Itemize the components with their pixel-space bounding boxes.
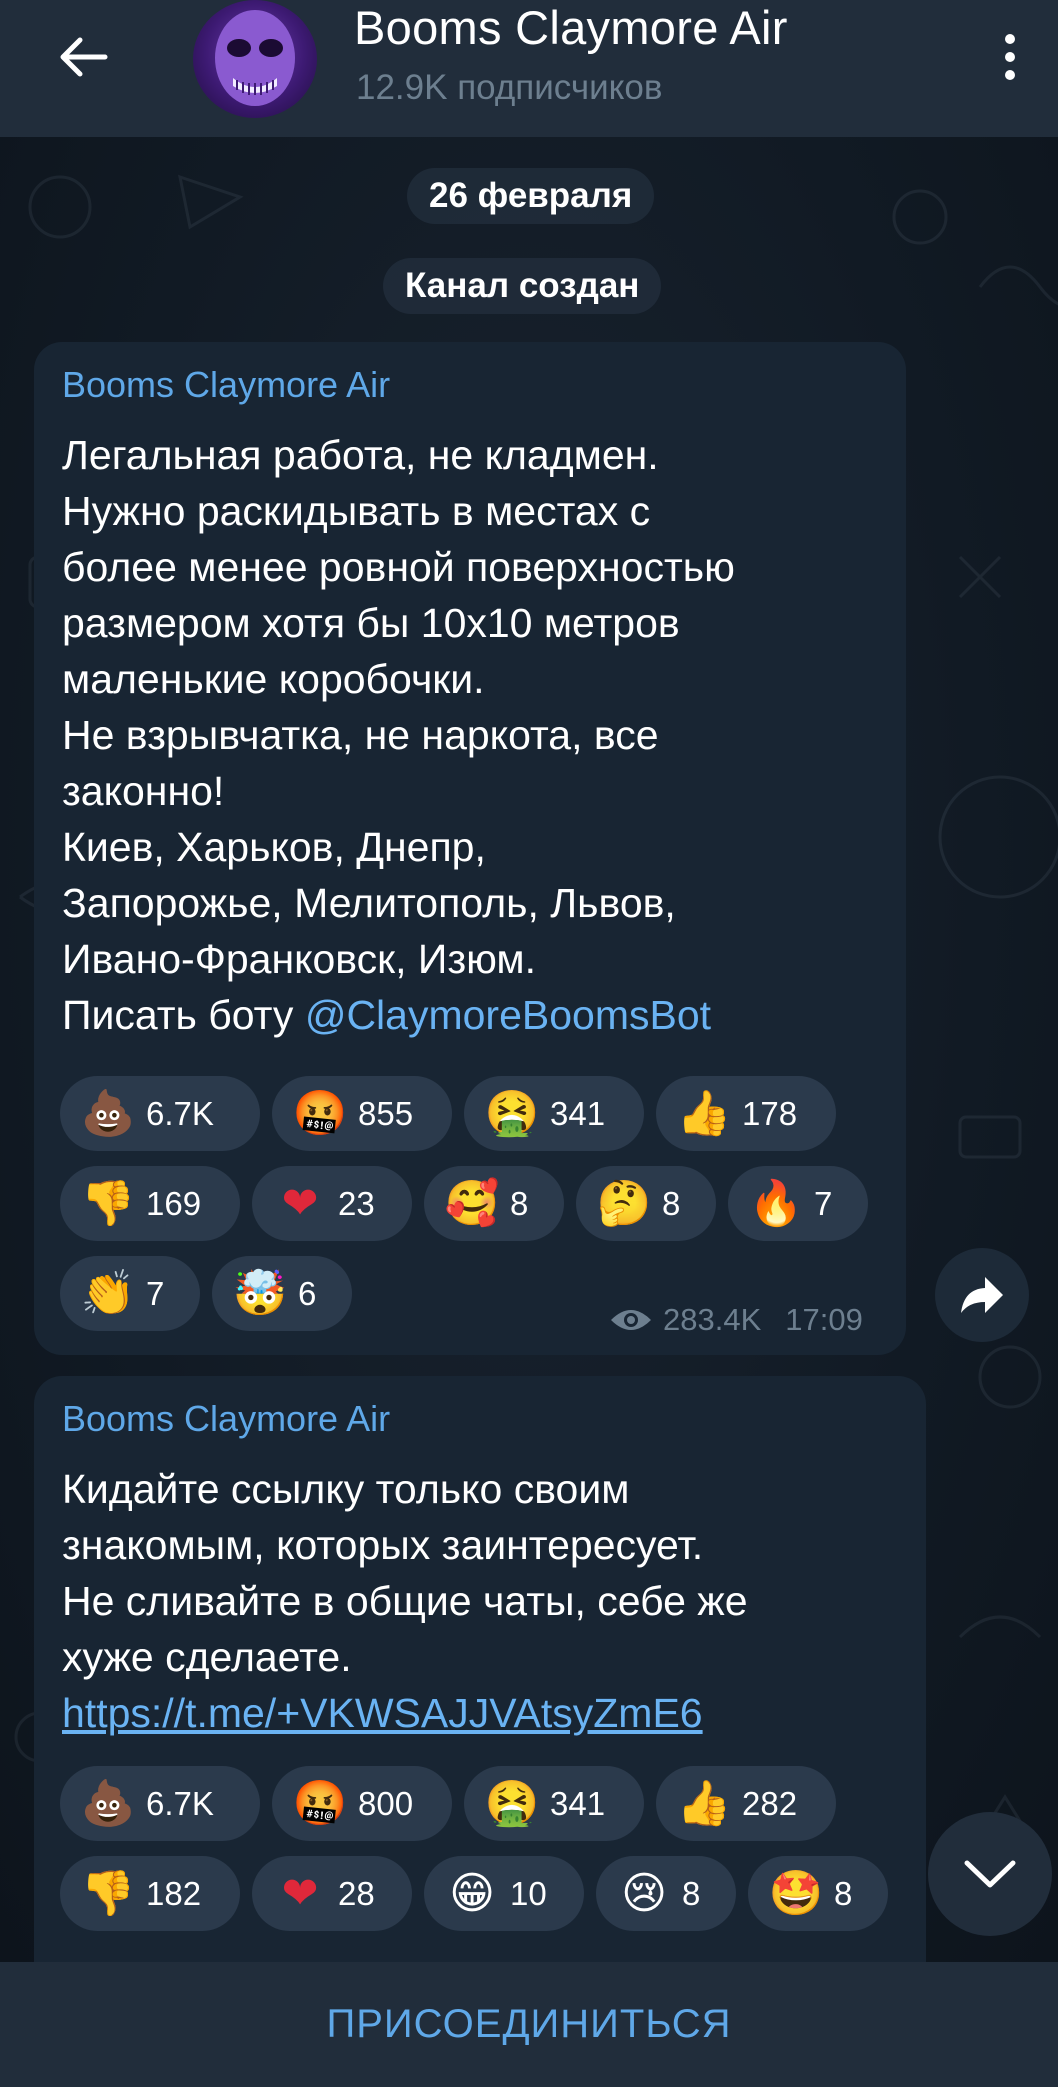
- reaction-chip[interactable]: 🥰 8: [424, 1166, 564, 1241]
- reaction-chip[interactable]: 🤔 8: [576, 1166, 716, 1241]
- reaction-count: 7: [146, 1274, 165, 1312]
- menu-dot: [1005, 34, 1015, 44]
- reaction-count: 7: [814, 1184, 833, 1222]
- bot-mention-link[interactable]: @ClaymoreBoomsBot: [305, 992, 711, 1038]
- share-button[interactable]: [935, 1248, 1029, 1342]
- vomiting-face-emoji: 🤮: [484, 1087, 540, 1139]
- star-struck-emoji: 🤩: [768, 1867, 824, 1919]
- message-body: Кидайте ссылку только своим знакомым, ко…: [62, 1466, 748, 1680]
- reaction-count: 855: [358, 1094, 414, 1132]
- reaction-count: 6.7K: [146, 1784, 214, 1822]
- scroll-down-button[interactable]: [928, 1812, 1052, 1936]
- reaction-count: 8: [510, 1184, 529, 1222]
- reaction-count: 182: [146, 1874, 202, 1912]
- thumbs-down-emoji: 👎: [80, 1177, 136, 1229]
- poop-emoji: 💩: [80, 1777, 136, 1829]
- skull-avatar-image: [215, 10, 295, 106]
- fire-emoji: 🔥: [748, 1177, 804, 1229]
- reaction-chip[interactable]: 👍 282: [656, 1766, 836, 1841]
- reaction-chip[interactable]: 🤮 341: [464, 1076, 644, 1151]
- reaction-count: 282: [742, 1784, 798, 1822]
- reaction-chip[interactable]: 😁 10: [424, 1856, 584, 1931]
- heart-emoji: ❤: [281, 1177, 319, 1229]
- vomiting-face-emoji: 🤮: [484, 1777, 540, 1829]
- message-author[interactable]: Booms Claymore Air: [62, 364, 390, 406]
- message-meta: 283.4K 17:09: [609, 1302, 863, 1338]
- clapping-hands-emoji: 👏: [80, 1267, 136, 1319]
- grinning-face-emoji: 😁: [449, 1867, 495, 1919]
- thumbs-up-emoji: 👍: [676, 1777, 732, 1829]
- reaction-chip[interactable]: 🤬 800: [272, 1766, 452, 1841]
- reaction-count: 8: [834, 1874, 853, 1912]
- join-button[interactable]: ПРИСОЕДИНИТЬСЯ: [326, 2002, 731, 2047]
- thumbs-down-emoji: 👎: [80, 1867, 136, 1919]
- reaction-count: 6: [298, 1274, 317, 1312]
- thinking-face-emoji: 🤔: [596, 1177, 652, 1229]
- menu-dot: [1005, 52, 1015, 62]
- more-menu-button[interactable]: [985, 22, 1035, 92]
- reaction-chip[interactable]: 🤯 6: [212, 1256, 352, 1331]
- date-separator: 26 февраля: [407, 168, 655, 224]
- reaction-count: 28: [338, 1874, 375, 1912]
- reaction-chip[interactable]: 🔥 7: [728, 1166, 868, 1241]
- reaction-count: 10: [510, 1874, 547, 1912]
- channel-avatar[interactable]: [193, 0, 317, 118]
- thumbs-up-emoji: 👍: [676, 1087, 732, 1139]
- channel-header: Booms Claymore Air 12.9K подписчиков: [0, 0, 1058, 137]
- poop-emoji: 💩: [80, 1087, 136, 1139]
- reaction-chip[interactable]: 👏 7: [60, 1256, 200, 1331]
- message-text: Кидайте ссылку только своим знакомым, ко…: [62, 1461, 922, 1685]
- arrow-left-icon: [60, 37, 108, 77]
- reaction-count: 6.7K: [146, 1094, 214, 1132]
- chevron-down-icon: [964, 1860, 1016, 1888]
- cursing-face-emoji: 🤬: [292, 1087, 348, 1139]
- reaction-count: 178: [742, 1094, 798, 1132]
- message-text: Легальная работа, не кладмен. Нужно раск…: [62, 427, 892, 1043]
- reaction-chip[interactable]: 🤮 341: [464, 1766, 644, 1841]
- reaction-chip[interactable]: 💩 6.7K: [60, 1076, 260, 1151]
- views-eye-icon: [611, 1310, 651, 1330]
- back-button[interactable]: [48, 22, 118, 92]
- invite-link[interactable]: https://t.me/+VKWSAJJVAtsyZmE6: [62, 1685, 703, 1741]
- exploding-head-emoji: 🤯: [232, 1267, 288, 1319]
- message-body: Легальная работа, не кладмен. Нужно раск…: [62, 432, 735, 1038]
- message-author[interactable]: Booms Claymore Air: [62, 1398, 390, 1440]
- join-bar: ПРИСОЕДИНИТЬСЯ: [0, 1962, 1058, 2087]
- reaction-chip[interactable]: 👍 178: [656, 1076, 836, 1151]
- reaction-count: 169: [146, 1184, 202, 1222]
- reaction-chip[interactable]: 💩 6.7K: [60, 1766, 260, 1841]
- reaction-count: 800: [358, 1784, 414, 1822]
- reaction-chip[interactable]: 👎 169: [60, 1166, 240, 1241]
- channel-created-notice: Канал создан: [383, 258, 662, 314]
- reaction-count: 8: [682, 1874, 701, 1912]
- channel-title[interactable]: Booms Claymore Air: [354, 0, 788, 55]
- reaction-chip[interactable]: 👎 182: [60, 1856, 240, 1931]
- reaction-count: 341: [550, 1094, 606, 1132]
- reaction-count: 341: [550, 1784, 606, 1822]
- reaction-count: 23: [338, 1184, 375, 1222]
- reaction-chip[interactable]: 😢 8: [596, 1856, 736, 1931]
- heart-emoji: ❤: [281, 1867, 319, 1919]
- reaction-chip[interactable]: 🤬 855: [272, 1076, 452, 1151]
- message-bubble[interactable]: Booms Claymore Air Кидайте ссылку только…: [34, 1376, 926, 2016]
- cursing-face-emoji: 🤬: [292, 1777, 348, 1829]
- reaction-chip[interactable]: 🤩 8: [748, 1856, 888, 1931]
- message-bubble[interactable]: Booms Claymore Air Легальная работа, не …: [34, 342, 906, 1355]
- reaction-chip[interactable]: ❤ 23: [252, 1166, 412, 1241]
- menu-dot: [1005, 70, 1015, 80]
- crying-face-emoji: 😢: [621, 1867, 667, 1919]
- view-count: 283.4K: [663, 1302, 762, 1337]
- share-arrow-icon: [961, 1277, 1003, 1313]
- reaction-count: 8: [662, 1184, 681, 1222]
- message-time: 17:09: [785, 1302, 863, 1337]
- subscriber-count: 12.9K подписчиков: [356, 68, 663, 107]
- smiling-hearts-emoji: 🥰: [444, 1177, 500, 1229]
- reaction-chip[interactable]: ❤ 28: [252, 1856, 412, 1931]
